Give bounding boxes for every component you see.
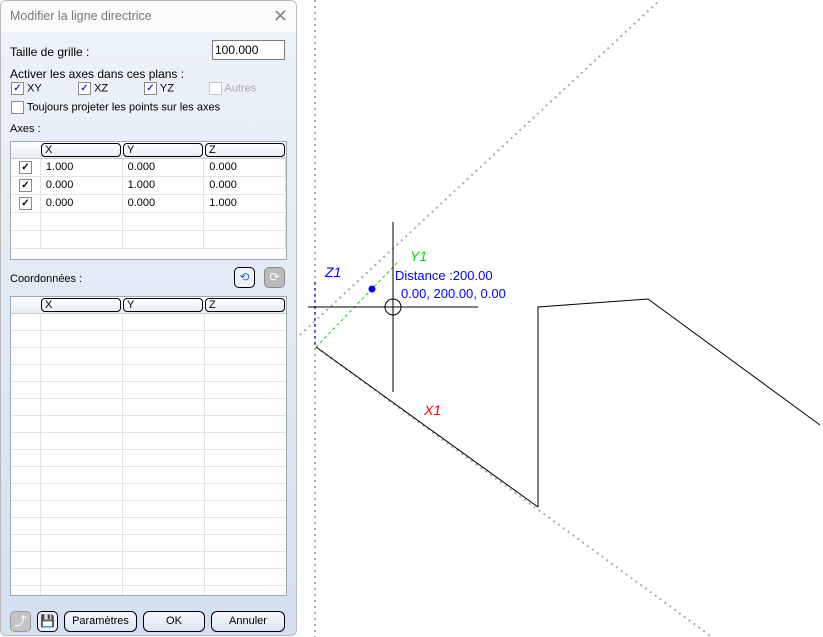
empty-row	[11, 231, 286, 249]
coords-table[interactable]: X Y Z	[10, 296, 287, 596]
cell[interactable]: 0.000	[41, 195, 123, 212]
snap-point	[368, 285, 376, 293]
save-icon[interactable]: 💾	[37, 611, 58, 632]
table-row[interactable]: ✓ 1.000 0.000 0.000	[11, 159, 286, 177]
always-project-label: Toujours projeter les points sur les axe…	[26, 101, 221, 114]
cell[interactable]: 1.000	[204, 195, 286, 212]
directrix-path	[537, 298, 821, 507]
row-checkbox[interactable]: ✓	[18, 179, 32, 192]
distance-readout: Distance :200.00	[395, 268, 493, 283]
dialog-title: Modifier la ligne directrice	[10, 9, 152, 23]
col-z[interactable]: Z	[205, 143, 285, 157]
grid-line-diagonal	[299, 0, 661, 336]
cell[interactable]: 1.000	[41, 159, 123, 176]
coords-label: Coordonnées :	[10, 273, 83, 285]
coords-table-header: X Y Z	[11, 297, 286, 314]
axes-table[interactable]: X Y Z ✓ 1.000 0.000 0.000 ✓ 0.000 1.000 0.000 …	[10, 141, 287, 260]
plane-xz-checkbox[interactable]: ✓ XZ	[78, 82, 108, 95]
directrix-segment	[315, 346, 539, 508]
title-bar: Modifier la ligne directrice ✕	[1, 1, 296, 32]
plane-xz-label: XZ	[94, 82, 109, 95]
col-x[interactable]: X	[41, 298, 121, 312]
pick-button[interactable]: ⤴	[10, 611, 31, 632]
cell[interactable]: 0.000	[41, 177, 123, 194]
point-coords-readout: 0.00, 200.00, 0.00	[401, 286, 506, 301]
col-y[interactable]: Y	[123, 143, 203, 157]
table-row[interactable]: ✓ 0.000 1.000 0.000	[11, 177, 286, 195]
plane-yz-label: YZ	[159, 82, 174, 95]
cell[interactable]: 0.000	[123, 195, 205, 212]
cell[interactable]: 0.000	[204, 159, 286, 176]
modify-directrix-dialog: Modifier la ligne directrice ✕ Taille de…	[0, 0, 297, 636]
plane-other-checkbox[interactable]: Autres	[209, 82, 256, 95]
always-project-checkbox[interactable]: Toujours projeter les points sur les axe…	[11, 101, 220, 114]
cell[interactable]: 1.000	[123, 177, 205, 194]
col-y[interactable]: Y	[123, 298, 203, 312]
axis-x-label: X1	[424, 402, 442, 418]
plane-xy-label: XY	[27, 82, 42, 95]
col-x[interactable]: X	[41, 143, 121, 157]
col-z[interactable]: Z	[205, 298, 285, 312]
axis-y-label: Y1	[410, 248, 428, 264]
row-checkbox[interactable]: ✓	[18, 197, 32, 210]
parameters-button[interactable]: Paramètres	[64, 611, 137, 632]
planes-label: Activer les axes dans ces plans :	[10, 67, 185, 81]
cell[interactable]: 0.000	[204, 177, 286, 194]
grid-size-label: Taille de grille :	[10, 45, 90, 59]
grid-line-x	[315, 346, 713, 637]
redo-button[interactable]: ⟳	[264, 267, 285, 288]
plane-other-label: Autres	[224, 82, 257, 95]
empty-row	[11, 213, 286, 231]
grid-size-input[interactable]	[212, 40, 285, 60]
plane-yz-checkbox[interactable]: ✓ YZ	[144, 82, 174, 95]
axis-z-label: Z1	[325, 264, 342, 280]
cell[interactable]: 0.000	[123, 159, 205, 176]
ok-button[interactable]: OK	[143, 611, 205, 632]
axes-label: Axes :	[10, 123, 41, 135]
close-icon[interactable]: ✕	[273, 6, 288, 27]
axes-table-header: X Y Z	[11, 142, 286, 159]
cancel-button[interactable]: Annuler	[211, 611, 285, 632]
row-checkbox[interactable]: ✓	[18, 161, 32, 174]
undo-button[interactable]: ⟲	[234, 267, 255, 288]
plane-xy-checkbox[interactable]: ✓ XY	[11, 82, 42, 95]
table-row[interactable]: ✓ 0.000 0.000 1.000	[11, 195, 286, 213]
